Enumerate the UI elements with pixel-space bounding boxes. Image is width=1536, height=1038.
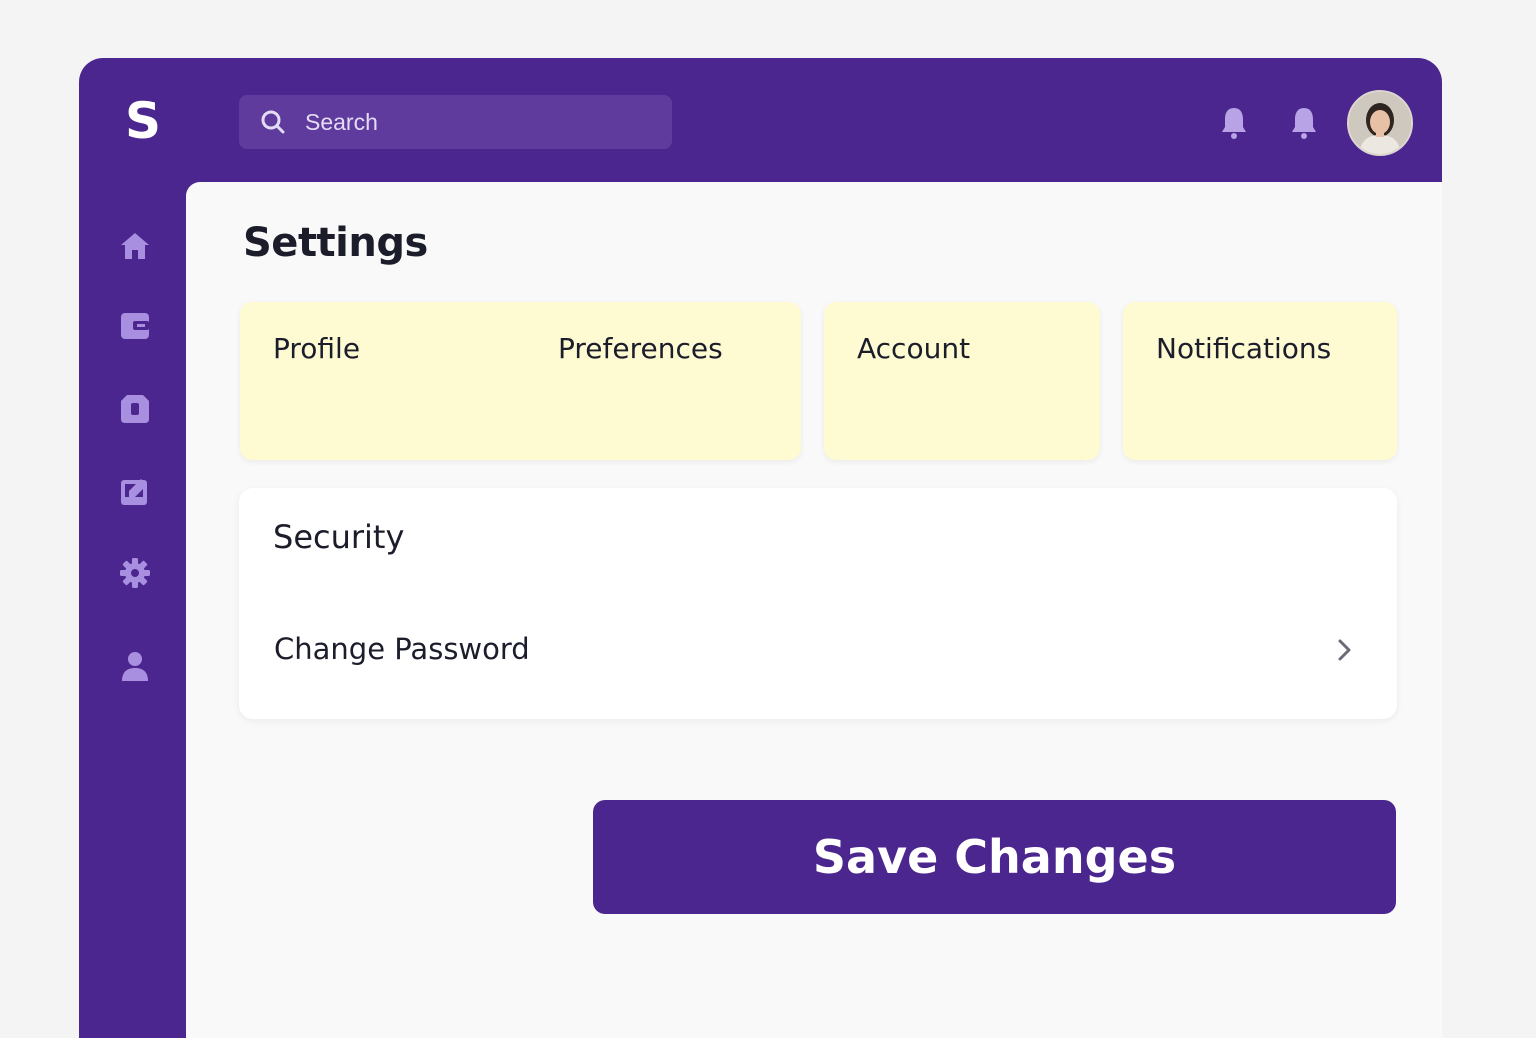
edit-icon[interactable] <box>117 473 153 509</box>
change-password-row[interactable]: Change Password <box>239 616 1397 686</box>
tab-card-account[interactable]: Account <box>824 302 1100 460</box>
tab-preferences[interactable]: Preferences <box>558 332 723 365</box>
document-icon[interactable] <box>117 391 153 427</box>
home-icon[interactable] <box>117 228 153 264</box>
tab-profile[interactable]: Profile <box>273 332 360 365</box>
bell-icon[interactable] <box>1217 104 1251 142</box>
security-title: Security <box>273 518 405 556</box>
tab-account[interactable]: Account <box>857 332 970 365</box>
security-section: Security Change Password <box>239 488 1397 719</box>
app-logo[interactable]: S <box>123 88 163 154</box>
bell-icon[interactable] <box>1287 104 1321 142</box>
tab-group-profile-preferences: Profile Preferences <box>240 302 801 460</box>
gear-icon[interactable] <box>117 555 153 591</box>
change-password-label: Change Password <box>274 632 530 666</box>
main-content: Settings Profile Preferences Account Not… <box>186 182 1442 1038</box>
search-input[interactable] <box>303 107 647 137</box>
chevron-right-icon[interactable] <box>1333 636 1357 664</box>
user-avatar[interactable] <box>1347 90 1413 156</box>
tab-notifications[interactable]: Notifications <box>1156 332 1331 365</box>
save-changes-button[interactable]: Save Changes <box>593 800 1396 914</box>
page-title: Settings <box>243 220 428 266</box>
search-icon <box>259 108 287 136</box>
wallet-icon[interactable] <box>117 308 153 344</box>
search-bar[interactable] <box>239 95 672 149</box>
tab-card-notifications[interactable]: Notifications <box>1123 302 1397 460</box>
user-icon[interactable] <box>117 648 153 684</box>
app-window: S Search Settings Profile Preferences Ac… <box>79 58 1442 1038</box>
